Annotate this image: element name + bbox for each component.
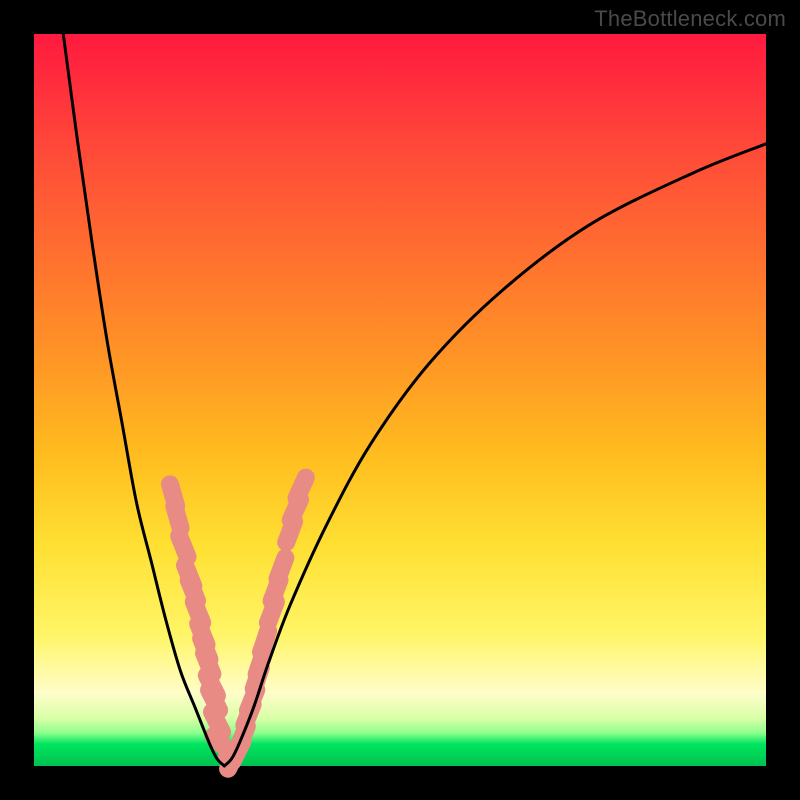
chart-marker bbox=[179, 536, 187, 557]
chart-markers-group bbox=[170, 478, 306, 769]
watermark-text: TheBottleneck.com bbox=[594, 6, 786, 32]
chart-marker bbox=[174, 506, 180, 528]
chart-marker bbox=[297, 478, 306, 498]
chart-plot-area bbox=[34, 34, 766, 766]
chart-marker bbox=[277, 558, 285, 579]
chart-svg bbox=[34, 34, 766, 766]
chart-marker bbox=[261, 631, 268, 652]
chart-curve-right-curve bbox=[224, 144, 766, 766]
chart-stage: TheBottleneck.com bbox=[0, 0, 800, 800]
chart-lines-group bbox=[63, 34, 766, 766]
chart-marker bbox=[213, 736, 229, 752]
